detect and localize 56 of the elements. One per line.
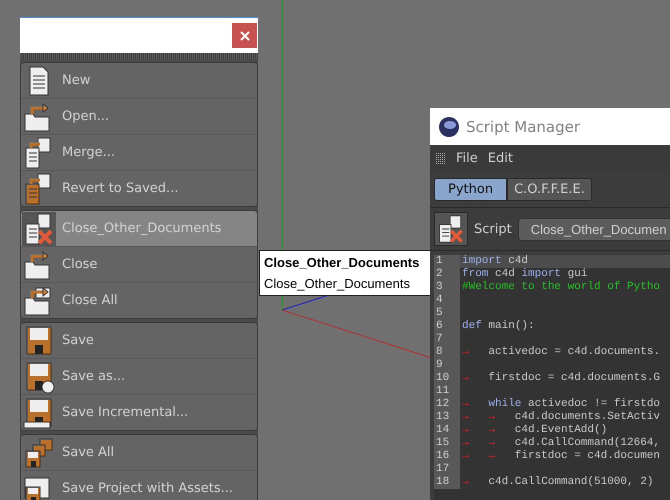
menu-item[interactable]: Revert to Saved... bbox=[21, 170, 257, 206]
grip-bar[interactable] bbox=[20, 53, 258, 59]
close-icon bbox=[240, 30, 250, 41]
line-number: 7 bbox=[434, 333, 460, 346]
script-label: Script bbox=[474, 222, 512, 236]
line-number: 5 bbox=[434, 307, 460, 320]
line-number: 11 bbox=[434, 385, 460, 398]
line-number: 9 bbox=[434, 359, 460, 372]
script-dropdown[interactable]: Close_Other_Documen bbox=[518, 218, 670, 240]
menu-item[interactable]: Close All bbox=[21, 282, 257, 318]
code-line: def main(): bbox=[461, 320, 536, 333]
menu-item[interactable]: Save as... bbox=[21, 358, 257, 394]
line-number: 4 bbox=[434, 294, 460, 307]
line-number: 16 bbox=[434, 450, 460, 463]
line-number: 14 bbox=[434, 424, 460, 437]
line-number: 12 bbox=[434, 398, 460, 411]
language-tab[interactable]: C.O.F.F.E.E. bbox=[507, 178, 592, 201]
tooltip-title: Close_Other_Documents bbox=[264, 255, 420, 270]
menu-item[interactable]: Save Incremental... bbox=[21, 394, 257, 430]
tooltip-text: Close_Other_Documents bbox=[264, 276, 411, 291]
code-line: → firstdoc = c4d.documents.G bbox=[461, 372, 662, 385]
line-number: 10 bbox=[434, 372, 460, 385]
line-number: 3 bbox=[434, 281, 460, 294]
code-line: → activedoc = c4d.documents. bbox=[461, 346, 662, 359]
code-line: #Welcome to the world of Pytho bbox=[461, 281, 662, 294]
code-line: → while activedoc != firstdo bbox=[461, 398, 662, 411]
script-icon-button[interactable] bbox=[434, 212, 468, 246]
code-line: → → c4d.CallCommand(12664, bbox=[461, 437, 662, 450]
app-logo-icon bbox=[438, 116, 460, 138]
menu-item[interactable]: Close_Other_Documents bbox=[21, 211, 257, 246]
menu-bar-item[interactable]: Edit bbox=[488, 151, 513, 166]
line-number: 13 bbox=[434, 411, 460, 424]
language-tab[interactable]: Python bbox=[434, 178, 508, 201]
line-number: 6 bbox=[434, 320, 460, 333]
code-line: → → c4d.EventAdd() bbox=[461, 424, 608, 437]
menu-item[interactable]: Save All bbox=[21, 435, 257, 470]
code-editor[interactable] bbox=[434, 255, 670, 500]
code-line: from c4d import gui bbox=[461, 268, 588, 281]
window-title: Script Manager bbox=[466, 118, 580, 136]
menu-item[interactable]: Save bbox=[21, 323, 257, 358]
code-line: → → c4d.documents.SetActiv bbox=[461, 411, 662, 424]
menu-item[interactable]: Merge... bbox=[21, 134, 257, 170]
line-number: 17 bbox=[434, 463, 460, 476]
code-line: → → firstdoc = c4d.documen bbox=[461, 450, 662, 463]
close-button[interactable] bbox=[232, 23, 257, 48]
line-number: 2 bbox=[434, 268, 460, 281]
code-line: → c4d.CallCommand(51000, 2) bbox=[461, 476, 654, 489]
line-number: 15 bbox=[434, 437, 460, 450]
menu-bar-item[interactable]: File bbox=[456, 151, 478, 166]
menu-item[interactable]: Close bbox=[21, 246, 257, 282]
menu-item[interactable]: New bbox=[21, 63, 257, 98]
line-number: 1 bbox=[434, 255, 460, 268]
line-number: 8 bbox=[434, 346, 460, 359]
line-number: 18 bbox=[434, 476, 460, 489]
menu-item[interactable]: Open... bbox=[21, 98, 257, 134]
menu-item[interactable]: Save Project with Assets... bbox=[21, 470, 257, 500]
